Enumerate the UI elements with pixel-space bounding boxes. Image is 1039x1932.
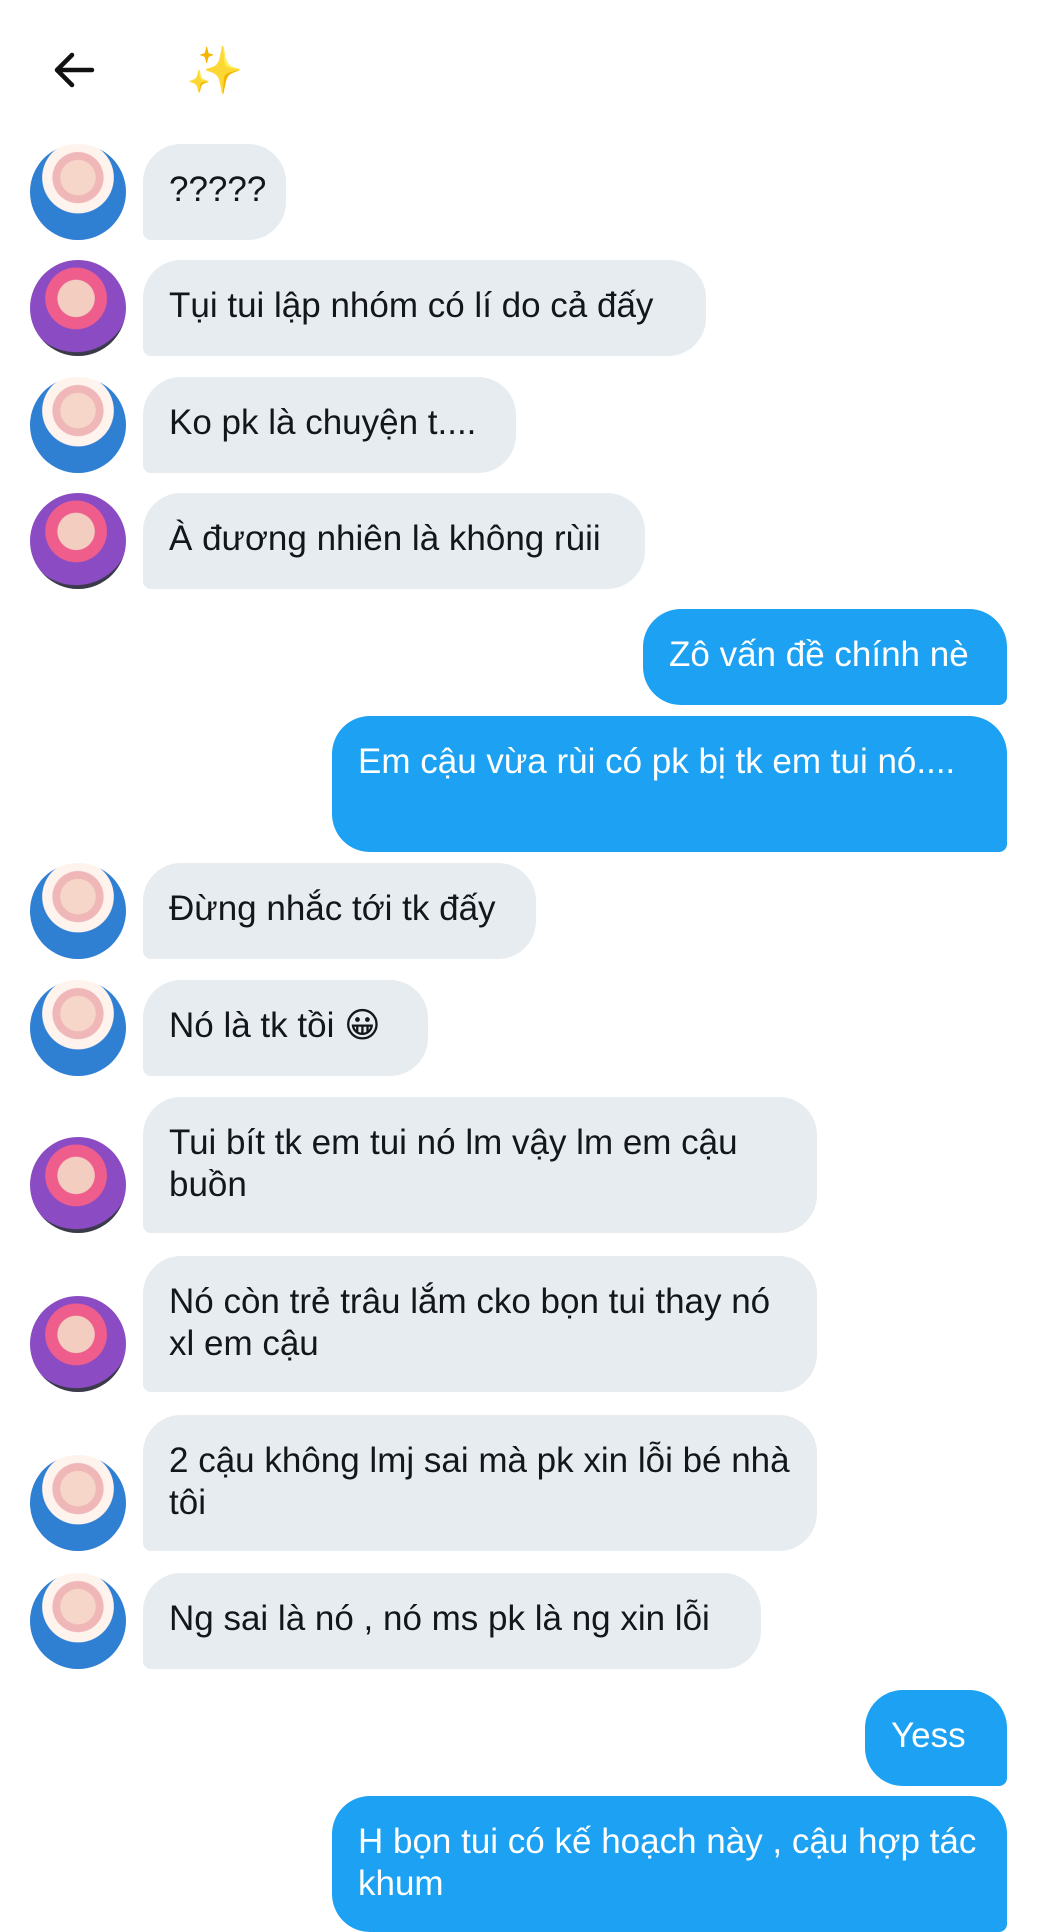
message-row: Tụi tui lập nhóm có lí do cả đấy bbox=[0, 260, 1039, 356]
message-row: Ng sai là nó , nó ms pk là ng xin lỗi bbox=[0, 1573, 1039, 1669]
header-bar: ✨ bbox=[0, 0, 1039, 130]
message-row: Tui bít tk em tui nó lm vậy lm em cậu bu… bbox=[0, 1097, 1039, 1233]
message-bubble-incoming[interactable]: Tui bít tk em tui nó lm vậy lm em cậu bu… bbox=[143, 1097, 817, 1233]
conversation-title: ✨ bbox=[186, 43, 244, 97]
message-row: À đương nhiên là không rùii bbox=[0, 493, 1039, 589]
avatar[interactable] bbox=[30, 377, 126, 473]
avatar[interactable] bbox=[30, 980, 126, 1076]
message-bubble-incoming[interactable]: Ko pk là chuyện t.... bbox=[143, 377, 516, 473]
message-row: 2 cậu không lmj sai mà pk xin lỗi bé nhà… bbox=[0, 1415, 1039, 1551]
message-bubble-incoming[interactable]: À đương nhiên là không rùii bbox=[143, 493, 645, 589]
message-row: Em cậu vừa rùi có pk bị tk em tui nó.... bbox=[0, 716, 1039, 852]
avatar[interactable] bbox=[30, 260, 126, 356]
avatar[interactable] bbox=[30, 863, 126, 959]
message-row: Nó còn trẻ trâu lắm cko bọn tui thay nó … bbox=[0, 1256, 1039, 1392]
message-row: Yess bbox=[0, 1690, 1039, 1786]
message-bubble-incoming[interactable]: Tụi tui lập nhóm có lí do cả đấy bbox=[143, 260, 706, 356]
avatar[interactable] bbox=[30, 1573, 126, 1669]
message-bubble-incoming[interactable]: Đừng nhắc tới tk đấy bbox=[143, 863, 536, 959]
message-bubble-outgoing[interactable]: Zô vấn đề chính nè bbox=[643, 609, 1007, 705]
message-row: Ko pk là chuyện t.... bbox=[0, 377, 1039, 473]
message-bubble-incoming[interactable]: ????? bbox=[143, 144, 286, 240]
message-bubble-outgoing[interactable]: H bọn tui có kế hoạch này , cậu hợp tác … bbox=[332, 1796, 1007, 1932]
message-bubble-incoming[interactable]: Ng sai là nó , nó ms pk là ng xin lỗi bbox=[143, 1573, 761, 1669]
avatar[interactable] bbox=[30, 493, 126, 589]
message-row: Đừng nhắc tới tk đấy bbox=[0, 863, 1039, 959]
message-row: Zô vấn đề chính nè bbox=[0, 609, 1039, 705]
message-row: ????? bbox=[0, 144, 1039, 240]
message-row: Nó là tk tồi 😀 bbox=[0, 980, 1039, 1076]
avatar[interactable] bbox=[30, 144, 126, 240]
message-bubble-outgoing[interactable]: Yess bbox=[865, 1690, 1007, 1786]
message-bubble-incoming[interactable]: Nó là tk tồi 😀 bbox=[143, 980, 428, 1076]
message-row: H bọn tui có kế hoạch này , cậu hợp tác … bbox=[0, 1796, 1039, 1932]
message-bubble-outgoing[interactable]: Em cậu vừa rùi có pk bị tk em tui nó.... bbox=[332, 716, 1007, 852]
message-bubble-incoming[interactable]: Nó còn trẻ trâu lắm cko bọn tui thay nó … bbox=[143, 1256, 817, 1392]
message-bubble-incoming[interactable]: 2 cậu không lmj sai mà pk xin lỗi bé nhà… bbox=[143, 1415, 817, 1551]
avatar[interactable] bbox=[30, 1296, 126, 1392]
avatar[interactable] bbox=[30, 1137, 126, 1233]
back-button[interactable] bbox=[44, 40, 104, 100]
avatar[interactable] bbox=[30, 1455, 126, 1551]
arrow-left-icon bbox=[54, 52, 95, 88]
